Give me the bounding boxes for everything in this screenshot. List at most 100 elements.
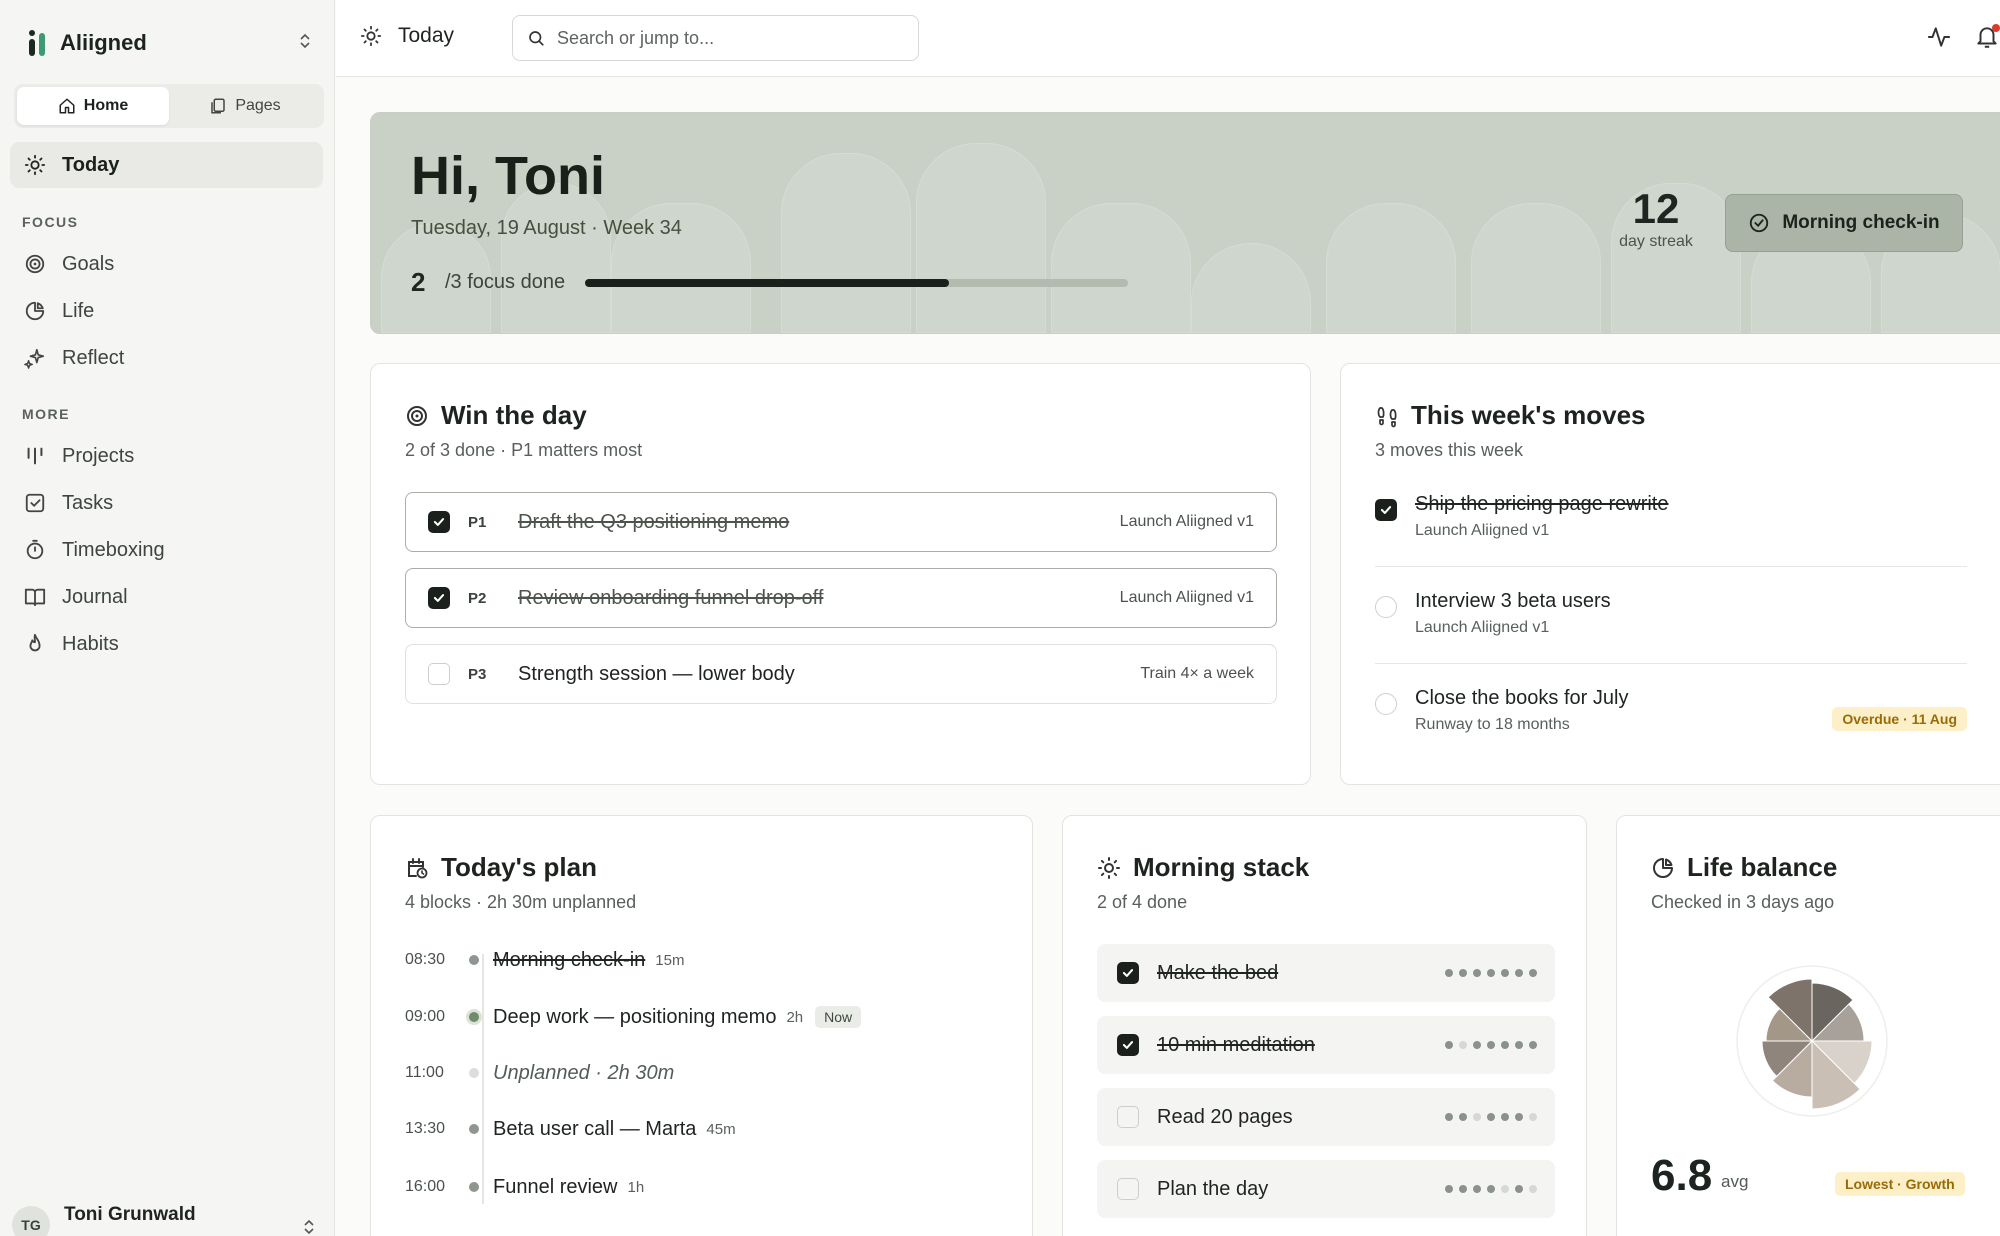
priority-goal: Train 4× a week — [1140, 665, 1254, 682]
card-title-text: Win the day — [441, 400, 587, 430]
plan-time: 09:00 — [405, 1008, 446, 1025]
notifications-button[interactable] — [1974, 24, 2000, 50]
section-label-more: MORE — [22, 406, 70, 422]
habit-day-dot — [1501, 1113, 1509, 1121]
card-title-text: This week's moves — [1411, 400, 1646, 430]
move-checkbox[interactable] — [1375, 596, 1397, 618]
sidebar-item-label: Reflect — [62, 346, 125, 369]
sidebar-item-life[interactable]: Life — [10, 288, 323, 334]
plan-duration: 2h — [786, 1008, 804, 1026]
priority-item[interactable]: P3 Strength session — lower body Train 4× … — [405, 644, 1277, 704]
plan-block[interactable]: 08:30 Morning check-in 15m — [405, 940, 684, 980]
sidebar-item-tasks[interactable]: Tasks — [10, 480, 323, 526]
sidebar-item-label: Life — [62, 299, 95, 322]
priority-text: Draft the Q3 positioning memo — [518, 510, 790, 533]
habit-item[interactable]: 10 min meditation — [1097, 1016, 1555, 1074]
checkin-label: Morning check-in — [1782, 212, 1940, 233]
sidebar-item-journal[interactable]: Journal — [10, 574, 323, 620]
search-input[interactable] — [557, 27, 887, 49]
sidebar-item-label: Journal — [62, 585, 128, 608]
now-badge: Now — [815, 1006, 862, 1028]
activity-icon[interactable] — [1926, 24, 1952, 50]
plan-duration: 45m — [706, 1120, 736, 1138]
priority-item[interactable]: P1 Draft the Q3 positioning memo Launch Al… — [405, 492, 1277, 552]
plan-block[interactable]: 13:30 Beta user call — Marta 45m — [405, 1109, 736, 1149]
sidebar-item-goals[interactable]: Goals — [10, 241, 323, 287]
card-subtitle: 2 of 4 done — [1097, 892, 1188, 912]
search-icon — [529, 31, 544, 46]
card-title: This week's moves — [1375, 400, 1646, 431]
plan-block[interactable]: 09:00 Deep work — positioning memo 2h Now — [405, 997, 862, 1037]
plan-time: 13:30 — [405, 1120, 446, 1137]
habit-day-dot — [1473, 1041, 1481, 1049]
timer-icon — [26, 539, 44, 560]
weekly-moves-card: This week's moves 3 moves this week Ship… — [1340, 363, 2000, 785]
progress-bar — [585, 278, 1129, 287]
plan-block[interactable]: 16:00 Funnel review 1h — [405, 1167, 644, 1207]
plan-time: 08:30 — [405, 951, 446, 968]
plan-text: Morning check-in — [493, 948, 646, 971]
sidebar-item-projects[interactable]: Projects — [10, 433, 323, 479]
habit-item[interactable]: Plan the day — [1097, 1160, 1555, 1218]
habit-day-dot — [1515, 1041, 1523, 1049]
plan-text: Unplanned · 2h 30m — [493, 1061, 675, 1084]
move-item[interactable]: Ship the pricing page rewrite Launch Alii… — [1375, 477, 1967, 567]
habit-checkbox[interactable] — [1117, 1034, 1139, 1056]
topbar: Today — [336, 0, 2000, 77]
habit-checkbox[interactable] — [1117, 1178, 1139, 1200]
pie-chart-icon — [1653, 857, 1673, 878]
sidebar-item-timeboxing[interactable]: Timeboxing — [10, 527, 323, 573]
divider — [1375, 663, 1967, 664]
chevron-updown-icon — [303, 1218, 315, 1236]
habit-day-dot — [1515, 969, 1523, 977]
card-title: Life balance — [1651, 852, 1837, 883]
user-menu[interactable]: TG Toni Grunwald — [10, 1200, 323, 1236]
lowest-area-badge: Lowest · Growth — [1835, 1172, 1965, 1196]
move-item[interactable]: Close the books for July Runway to 18 mon… — [1375, 671, 1967, 761]
priority-item[interactable]: P2 Review onboarding funnel drop-off Launc… — [405, 568, 1277, 628]
move-title: Ship the pricing page rewrite — [1415, 493, 1669, 515]
tab-home[interactable]: Home — [17, 87, 169, 125]
book-open-icon — [24, 588, 46, 607]
habit-checkbox[interactable] — [1117, 962, 1139, 984]
search-box[interactable] — [512, 15, 919, 61]
checkbox-icon — [25, 493, 45, 513]
progress-bar-fill — [585, 278, 949, 287]
habit-checkbox[interactable] — [1117, 1106, 1139, 1128]
habit-item[interactable]: Make the bed — [1097, 944, 1555, 1002]
morning-checkin-button[interactable]: Morning check-in — [1725, 194, 1963, 252]
card-title: Morning stack — [1097, 852, 1309, 883]
plan-time: 16:00 — [405, 1178, 446, 1195]
habit-day-dot — [1501, 1185, 1509, 1193]
tab-pages[interactable]: Pages — [169, 87, 321, 125]
move-checkbox[interactable] — [1375, 499, 1397, 521]
timeline-dot — [469, 1182, 479, 1192]
page-title-text: Today — [398, 24, 455, 47]
habit-day-dot — [1501, 1041, 1509, 1049]
sidebar-item-habits[interactable]: Habits — [10, 621, 323, 667]
divider — [1375, 566, 1967, 567]
sidebar-item-reflect[interactable]: Reflect — [10, 335, 323, 381]
priority-checkbox[interactable] — [428, 511, 450, 533]
priority-checkbox[interactable] — [428, 587, 450, 609]
habit-day-dot — [1445, 1041, 1453, 1049]
pages-icon — [211, 98, 226, 114]
habit-day-dot — [1515, 1113, 1523, 1121]
habit-day-dot — [1445, 1185, 1453, 1193]
habit-day-dot — [1529, 1113, 1537, 1121]
priority-tag: P3 — [468, 665, 487, 683]
move-checkbox[interactable] — [1375, 693, 1397, 715]
todays-plan-card: Today's plan 4 blocks · 2h 30m unplanned… — [370, 815, 1033, 1236]
move-body: Close the books for July Runway to 18 mon… — [1415, 687, 1628, 734]
hero-banner: Hi, Toni Tuesday, 19 August · Week 34 2 … — [370, 112, 2000, 334]
workspace-switcher[interactable]: Aliigned — [26, 26, 311, 60]
priority-checkbox[interactable] — [428, 663, 450, 685]
sidebar-item-today[interactable]: Today — [10, 142, 323, 188]
move-item[interactable]: Interview 3 beta users Launch Aliigned v1 — [1375, 574, 1967, 664]
habit-day-dot — [1473, 1113, 1481, 1121]
sidebar-item-label: Timeboxing — [62, 538, 165, 561]
habit-item[interactable]: Read 20 pages — [1097, 1088, 1555, 1146]
priority-text: Strength session — lower body — [518, 662, 795, 685]
life-balance-radial-chart — [1736, 965, 1888, 1117]
habit-day-dot — [1473, 1185, 1481, 1193]
